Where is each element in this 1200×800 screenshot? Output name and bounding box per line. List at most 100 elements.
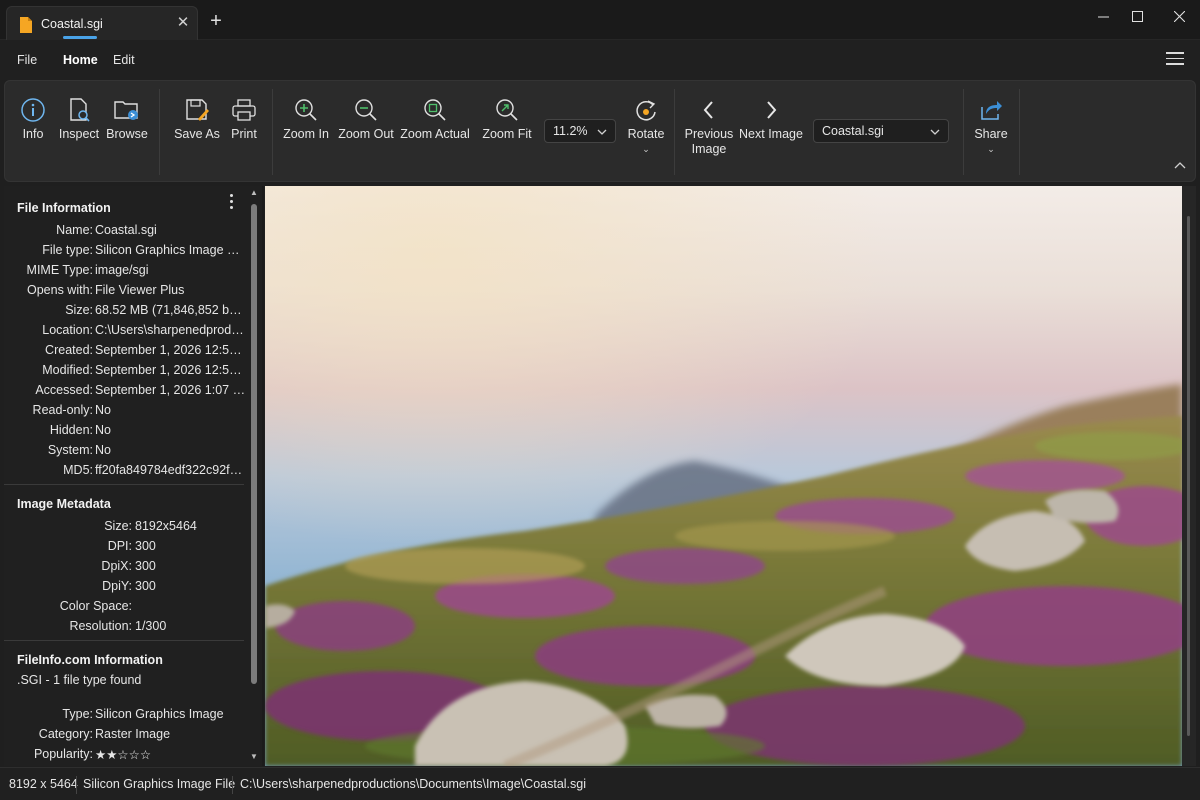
info-key: Modified: xyxy=(42,363,93,377)
maximize-button[interactable] xyxy=(1114,0,1160,32)
new-tab-button[interactable]: + xyxy=(206,11,226,32)
info-row: Name: Coastal.sgi xyxy=(4,223,250,243)
status-separator xyxy=(76,776,77,794)
chevron-down-icon xyxy=(597,129,607,135)
info-value: No xyxy=(95,443,111,457)
image-dimensions: 8192 x 5464 xyxy=(9,777,78,791)
info-row: Size: 68.52 MB (71,846,852 bytes) xyxy=(4,303,250,323)
previous-image-button[interactable]: Previous Image xyxy=(681,81,737,181)
zoom-out-button[interactable]: Zoom Out xyxy=(337,81,395,181)
next-image-button[interactable]: Next Image xyxy=(739,81,803,181)
image-viewer[interactable] xyxy=(265,186,1182,766)
save-as-button[interactable]: Save As xyxy=(173,81,221,181)
info-row: Accessed: September 1, 2026 1:07 PM xyxy=(4,383,250,403)
metadata-row: DPI: 300 xyxy=(4,539,250,559)
metadata-value: 300 xyxy=(135,559,156,573)
chevron-right-icon xyxy=(767,101,777,119)
panel-splitter[interactable] xyxy=(262,186,264,766)
ribbon-separator xyxy=(159,89,160,175)
info-value: September 1, 2026 1:07 PM xyxy=(95,383,246,397)
print-button[interactable]: Print xyxy=(227,81,261,181)
active-menu-indicator xyxy=(63,36,97,39)
info-row: MD5: ff20fa849784edf322c92f62... xyxy=(4,463,250,483)
collapse-ribbon-icon[interactable] xyxy=(1173,159,1187,173)
info-value: Coastal.sgi xyxy=(95,223,157,237)
info-value: September 1, 2026 12:50 PM xyxy=(95,343,246,357)
info-row: Created: September 1, 2026 12:50 PM xyxy=(4,343,250,363)
info-key: Opens with: xyxy=(26,283,93,297)
zoom-actual-icon xyxy=(424,99,446,121)
rotate-button[interactable]: Rotate ⌄ xyxy=(625,81,667,181)
ribbon-separator xyxy=(1019,89,1020,175)
panel-scrollbar[interactable]: ▲ ▼ xyxy=(248,186,260,766)
info-row: Opens with: File Viewer Plus xyxy=(4,283,250,303)
zoom-in-icon xyxy=(295,99,317,121)
image-select-value: Coastal.sgi xyxy=(822,124,884,138)
fileinfo-row: Type: Silicon Graphics Image xyxy=(4,707,250,727)
info-key: System: xyxy=(47,443,93,457)
chevron-left-icon xyxy=(703,101,713,119)
info-icon xyxy=(21,98,45,122)
close-window-button[interactable] xyxy=(1156,0,1200,32)
scroll-up-icon[interactable]: ▲ xyxy=(250,188,258,197)
fileinfo-com-title: FileInfo.com Information xyxy=(17,653,163,667)
popularity-stars: ★★☆☆☆ xyxy=(95,748,152,762)
menu-bar: File Home Edit xyxy=(0,40,1200,80)
metadata-value: 1/300 xyxy=(135,619,167,633)
info-row: Modified: September 1, 2026 12:50 PM xyxy=(4,363,250,383)
metadata-value: 300 xyxy=(135,579,156,593)
browse-label: Browse xyxy=(106,127,148,141)
inspect-button[interactable]: Inspect xyxy=(57,81,101,181)
folder-icon xyxy=(114,101,138,120)
menu-file[interactable]: File xyxy=(17,53,37,67)
minimize-icon xyxy=(1097,16,1109,17)
info-panel: File Information Name: Coastal.sgi File t… xyxy=(4,186,260,766)
info-button[interactable]: Info xyxy=(15,81,51,181)
info-key: MIME Type: xyxy=(26,263,93,277)
metadata-key: Color Space: xyxy=(59,599,132,613)
share-icon xyxy=(981,101,1002,120)
hamburger-menu-icon[interactable] xyxy=(1166,52,1184,66)
info-value: Silicon Graphics Image Fil... xyxy=(95,243,246,257)
info-value: No xyxy=(95,403,111,417)
printer-icon xyxy=(232,99,256,121)
zoom-fit-button[interactable]: Zoom Fit xyxy=(479,81,535,181)
zoom-out-label: Zoom Out xyxy=(338,127,394,141)
info-key: Size: xyxy=(65,303,93,317)
scroll-down-icon[interactable]: ▼ xyxy=(250,752,258,761)
zoom-in-button[interactable]: Zoom In xyxy=(281,81,331,181)
viewer-scrollbar[interactable] xyxy=(1182,186,1196,766)
zoom-level-dropdown[interactable]: 11.2% xyxy=(544,119,616,143)
scroll-thumb[interactable] xyxy=(251,204,257,684)
zoom-out-icon xyxy=(355,99,377,121)
fileinfo-key: Type: xyxy=(62,707,93,721)
menu-home[interactable]: Home xyxy=(63,53,98,67)
fileinfo-row: Popularity: ★★☆☆☆ xyxy=(4,747,250,766)
next-image-label: Next Image xyxy=(739,127,803,141)
chevron-down-icon xyxy=(930,129,940,135)
zoom-level-value: 11.2% xyxy=(553,124,588,138)
section-divider xyxy=(4,484,244,485)
status-separator xyxy=(232,776,233,794)
browse-button[interactable]: Browse xyxy=(105,81,149,181)
file-path-status: C:\Users\sharpenedproductions\Documents\… xyxy=(240,777,587,791)
zoom-actual-button[interactable]: Zoom Actual xyxy=(400,81,470,181)
document-tab[interactable]: Coastal.sgi ✕ xyxy=(6,6,198,40)
zoom-fit-label: Zoom Fit xyxy=(482,127,532,141)
metadata-row: Resolution: 1/300 xyxy=(4,619,250,639)
previous-label-line1: Previous xyxy=(684,127,734,141)
info-key: Read-only: xyxy=(32,403,93,417)
info-key: Location: xyxy=(42,323,93,337)
ribbon-separator xyxy=(963,89,964,175)
close-tab-icon[interactable]: ✕ xyxy=(175,15,191,31)
tab-title: Coastal.sgi xyxy=(41,17,103,31)
more-options-icon[interactable] xyxy=(228,194,236,210)
viewer-scroll-thumb[interactable] xyxy=(1187,216,1190,736)
image-select-dropdown[interactable]: Coastal.sgi xyxy=(813,119,949,143)
info-row: Read-only: No xyxy=(4,403,250,423)
menu-edit[interactable]: Edit xyxy=(113,53,135,67)
share-button[interactable]: Share ⌄ xyxy=(971,81,1011,181)
info-label: Info xyxy=(22,127,44,141)
fileinfo-value: Raster Image xyxy=(95,727,171,741)
ribbon-separator xyxy=(674,89,675,175)
